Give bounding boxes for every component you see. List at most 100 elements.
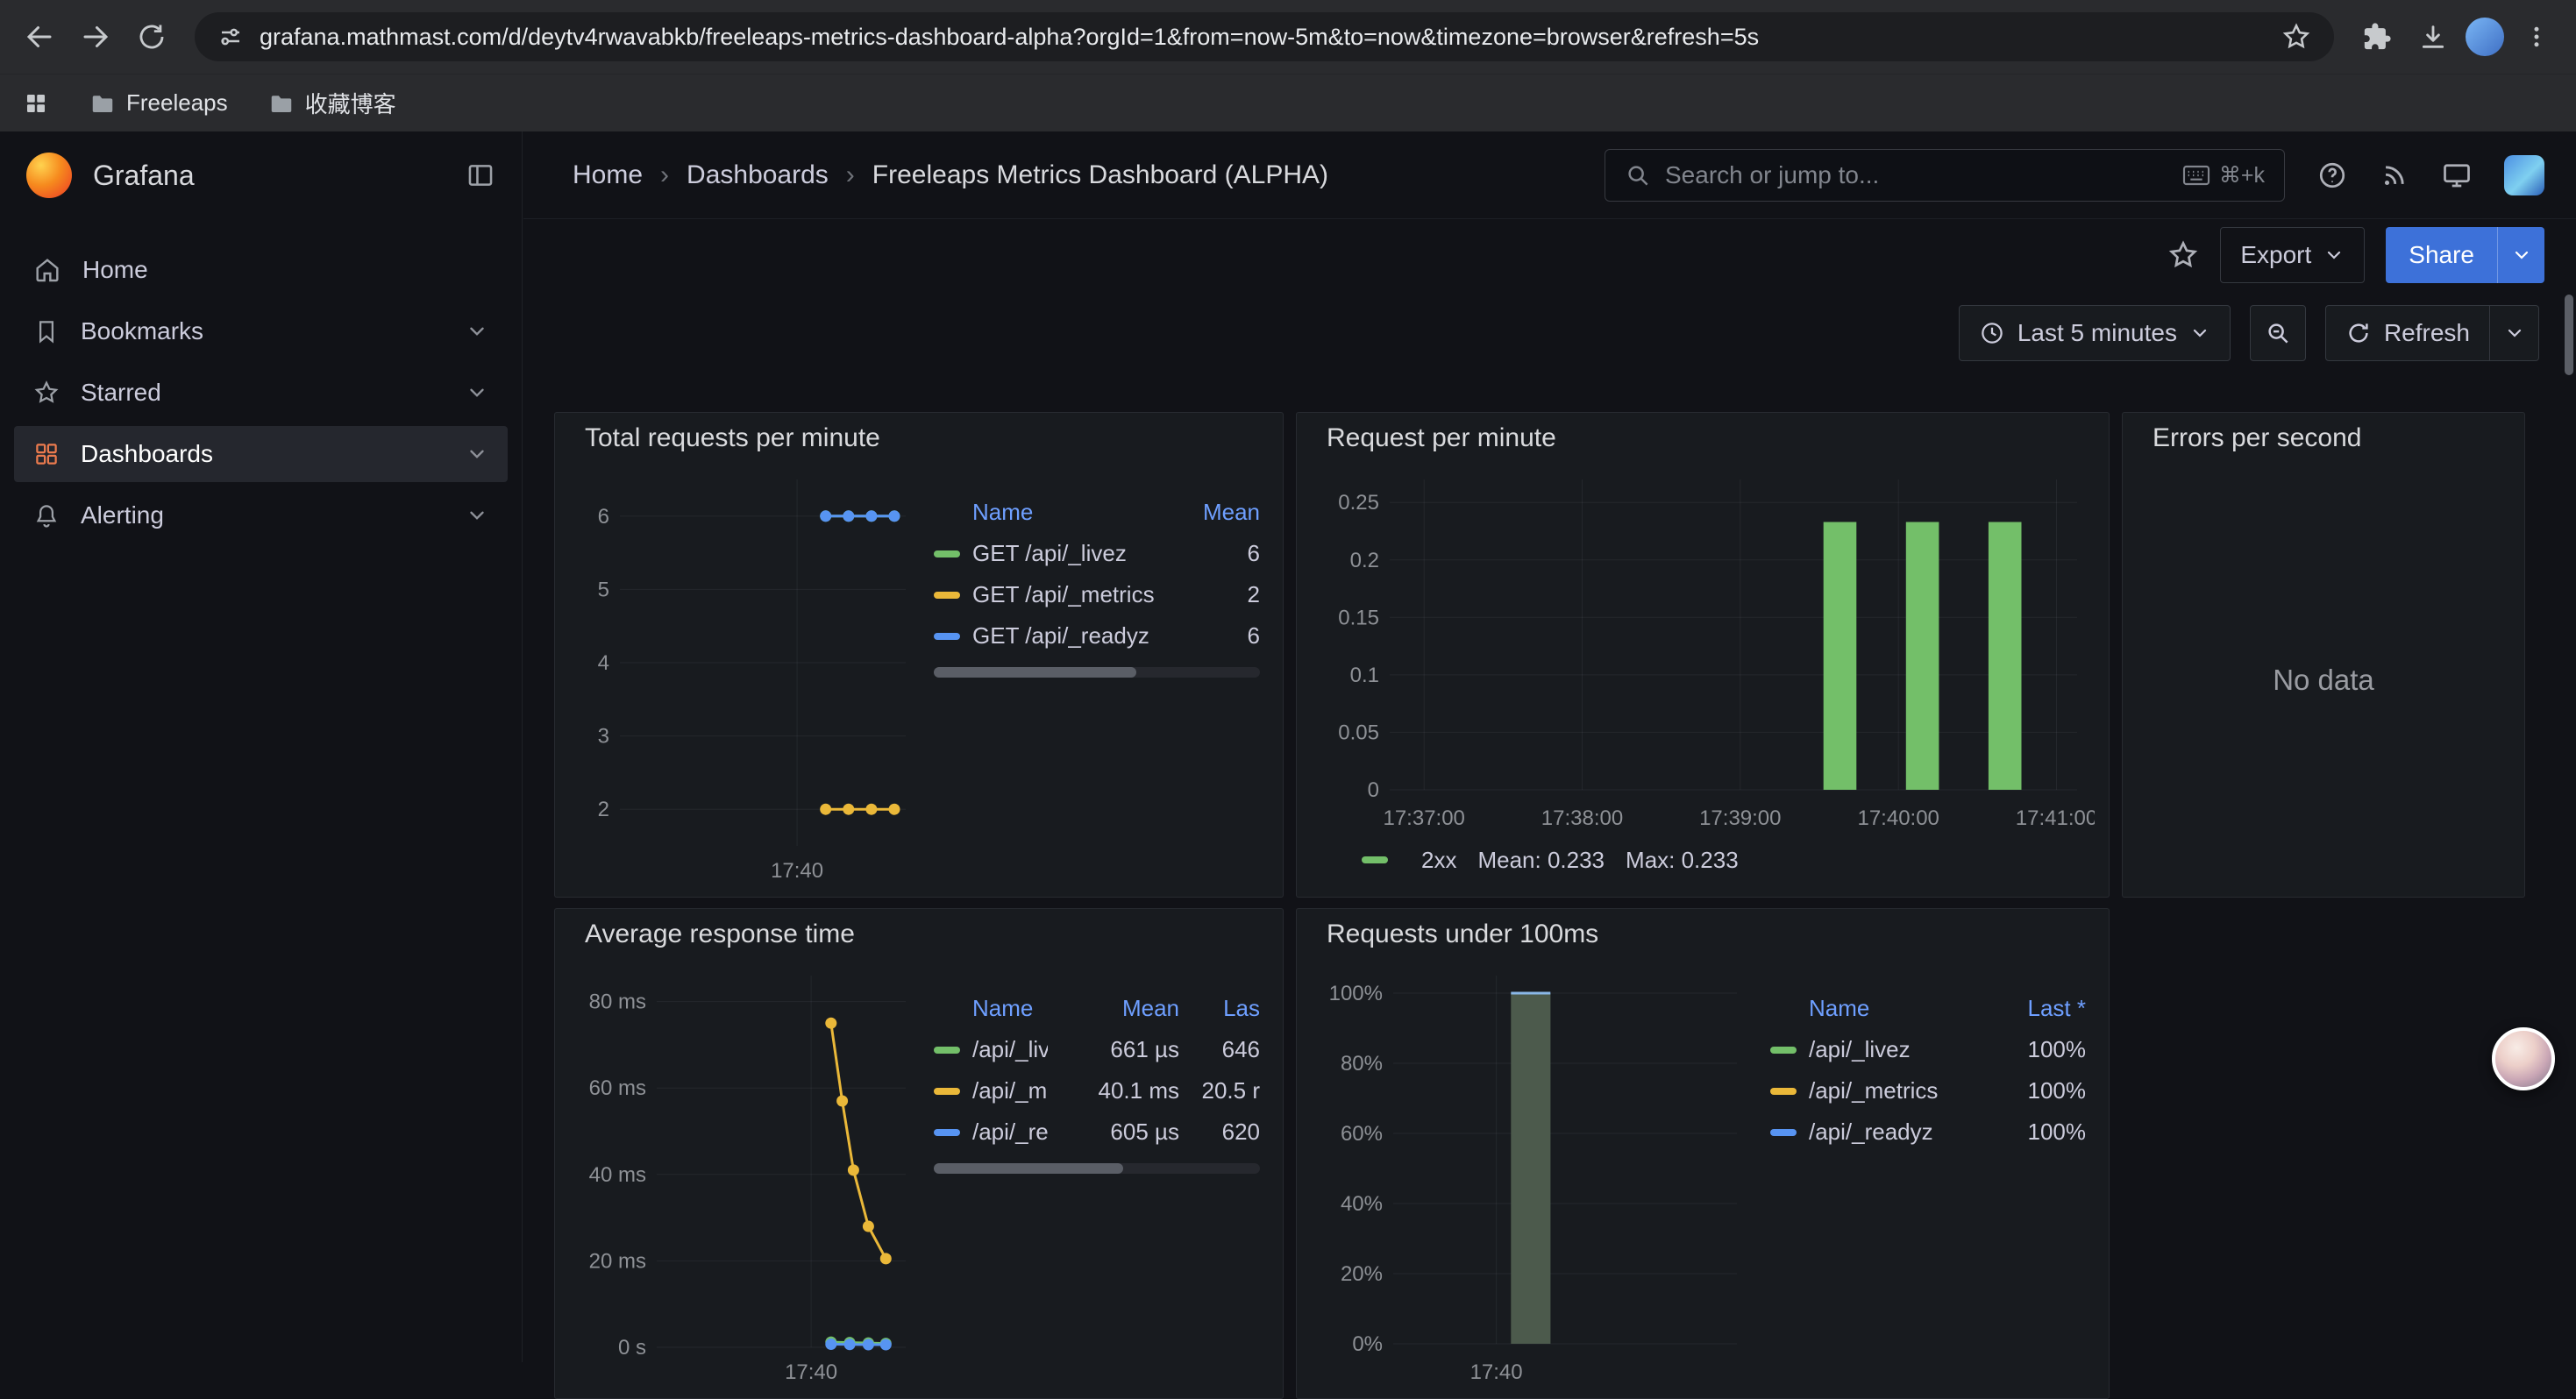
svg-text:60 ms: 60 ms [589, 1076, 646, 1100]
help-icon[interactable] [2316, 160, 2348, 191]
sidebar: Grafana Home Bookmarks [0, 131, 523, 1362]
scrollbar-thumb[interactable] [934, 1163, 1123, 1174]
legend-header-mean[interactable]: Mean [1163, 499, 1260, 526]
sidebar-item-alerting[interactable]: Alerting [14, 487, 508, 543]
legend-row[interactable]: /api/_metrics 100% [1761, 1070, 2095, 1111]
zoom-out-button[interactable] [2250, 305, 2306, 361]
share-button-group: Share [2386, 227, 2544, 283]
average-response-chart[interactable]: 0 s20 ms40 ms60 ms80 ms17:40 [564, 960, 918, 1388]
floating-assistant-avatar[interactable] [2492, 1027, 2555, 1090]
panel-title[interactable]: Errors per second [2123, 413, 2524, 464]
panel-title[interactable]: Total requests per minute [555, 413, 1283, 464]
legend-row[interactable]: /api/_readyz 605 µs 620 [925, 1111, 1269, 1153]
address-bar[interactable]: grafana.mathmast.com/d/deytv4rwavabkb/fr… [195, 12, 2334, 61]
favorite-star-icon[interactable] [2167, 239, 2199, 271]
search-input[interactable]: Search or jump to... ⌘+k [1605, 149, 2285, 202]
time-range-button[interactable]: Last 5 minutes [1959, 305, 2231, 361]
svg-text:17:41:00: 17:41:00 [2016, 806, 2095, 830]
legend-scrollbar[interactable] [934, 667, 1260, 678]
time-range-label: Last 5 minutes [2017, 319, 2177, 347]
downloads-icon[interactable] [2409, 13, 2457, 60]
legend-header-mean[interactable]: Mean [1048, 995, 1179, 1022]
panel-title[interactable]: Average response time [555, 909, 1283, 960]
svg-text:0: 0 [1368, 778, 1379, 802]
browser-profile-avatar[interactable] [2466, 18, 2504, 56]
legend-header-last[interactable]: Las [1179, 995, 1260, 1022]
panel-title[interactable]: Request per minute [1297, 413, 2109, 464]
bookmark-folder-freeleaps[interactable]: Freeleaps [89, 89, 228, 117]
svg-text:0.15: 0.15 [1338, 606, 1379, 629]
apps-grid-icon[interactable] [23, 90, 49, 117]
export-button[interactable]: Export [2220, 227, 2365, 283]
sidebar-item-bookmarks[interactable]: Bookmarks [14, 303, 508, 359]
request-per-minute-chart[interactable]: 00.050.10.150.20.2517:37:0017:38:0017:39… [1306, 464, 2095, 834]
collapse-sidebar-icon[interactable] [466, 160, 495, 190]
legend-row[interactable]: GET /api/_metrics 2 [925, 574, 1269, 615]
site-info-icon[interactable] [217, 24, 244, 50]
total-requests-chart[interactable]: 2345617:40 [564, 464, 918, 886]
rss-icon[interactable] [2380, 160, 2409, 190]
scrollbar-thumb[interactable] [934, 667, 1136, 678]
svg-text:0.1: 0.1 [1350, 664, 1379, 687]
legend-row[interactable]: /api/_metrics 40.1 ms 20.5 r [925, 1070, 1269, 1111]
legend-line[interactable]: 2xx Mean: 0.233 Max: 0.233 [1306, 841, 2095, 886]
sidebar-item-dashboards[interactable]: Dashboards [14, 426, 508, 482]
under-100ms-chart[interactable]: 0%20%40%60%80%100%17:40 [1306, 960, 1754, 1388]
browser-toolbar: grafana.mathmast.com/d/deytv4rwavabkb/fr… [0, 0, 2576, 74]
series-mean: 661 µs [1048, 1036, 1179, 1063]
legend-header-last[interactable]: Last * [1989, 995, 2086, 1022]
sidebar-item-label: Starred [81, 379, 161, 407]
svg-text:0%: 0% [1352, 1332, 1383, 1356]
refresh-interval-button[interactable] [2490, 305, 2539, 361]
series-name: GET /api/_livez [972, 540, 1163, 567]
bookmark-star-icon[interactable] [2281, 22, 2311, 52]
sidebar-item-label: Alerting [81, 501, 164, 529]
bookmarks-bar: Freeleaps 收藏博客 [0, 74, 2576, 131]
legend-scrollbar[interactable] [934, 1163, 1260, 1174]
panel-title[interactable]: Requests under 100ms [1297, 909, 2109, 960]
chevron-down-icon[interactable] [466, 320, 488, 343]
panel-requests-under-100ms: Requests under 100ms 0%20%40%60%80%100%1… [1296, 908, 2110, 1399]
series-mean: 605 µs [1048, 1118, 1179, 1146]
legend-row[interactable]: /api/_livez 661 µs 646 [925, 1029, 1269, 1070]
legend-header-name[interactable]: Name [972, 499, 1163, 526]
share-button[interactable]: Share [2386, 227, 2497, 283]
chevron-down-icon[interactable] [466, 504, 488, 527]
breadcrumb-dashboards[interactable]: Dashboards [687, 160, 829, 190]
forward-button[interactable] [72, 13, 119, 60]
grafana-app: Grafana Home Bookmarks [0, 131, 2576, 1362]
page-scrollbar-thumb[interactable] [2565, 295, 2573, 375]
browser-menu-icon[interactable] [2513, 13, 2560, 60]
breadcrumb-separator: › [660, 160, 669, 190]
monitor-icon[interactable] [2441, 160, 2473, 191]
panel-request-per-minute: Request per minute 00.050.10.150.20.2517… [1296, 412, 2110, 898]
bookmark-folder-blogs[interactable]: 收藏博客 [268, 87, 396, 119]
series-name: GET /api/_readyz [972, 622, 1163, 650]
legend-table: Name Last * /api/_livez 100% /api/_metri… [1761, 960, 2095, 1388]
legend-row[interactable]: GET /api/_readyz 6 [925, 615, 1269, 657]
series-swatch [934, 633, 960, 640]
series-name: /api/_livez [1809, 1036, 1989, 1063]
legend-row[interactable]: /api/_readyz 100% [1761, 1111, 2095, 1153]
chevron-down-icon[interactable] [466, 443, 488, 465]
legend-header-name[interactable]: Name [1809, 995, 1989, 1022]
reload-button[interactable] [128, 13, 175, 60]
extensions-icon[interactable] [2353, 13, 2401, 60]
bell-icon [33, 502, 60, 529]
sidebar-item-starred[interactable]: Starred [14, 365, 508, 421]
chevron-down-icon[interactable] [466, 381, 488, 404]
back-button[interactable] [16, 13, 63, 60]
series-swatch [1770, 1047, 1797, 1054]
breadcrumb-home[interactable]: Home [573, 160, 643, 190]
series-last: 646 [1179, 1036, 1260, 1063]
grafana-logo[interactable] [26, 153, 72, 198]
legend-row[interactable]: GET /api/_livez 6 [925, 533, 1269, 574]
sidebar-item-home[interactable]: Home [14, 242, 508, 298]
share-menu-button[interactable] [2497, 227, 2544, 283]
series-swatch [934, 1047, 960, 1054]
chevron-down-icon [2504, 323, 2525, 344]
grafana-user-avatar[interactable] [2504, 155, 2544, 195]
refresh-button[interactable]: Refresh [2325, 305, 2490, 361]
legend-row[interactable]: /api/_livez 100% [1761, 1029, 2095, 1070]
legend-header-name[interactable]: Name [972, 995, 1048, 1022]
